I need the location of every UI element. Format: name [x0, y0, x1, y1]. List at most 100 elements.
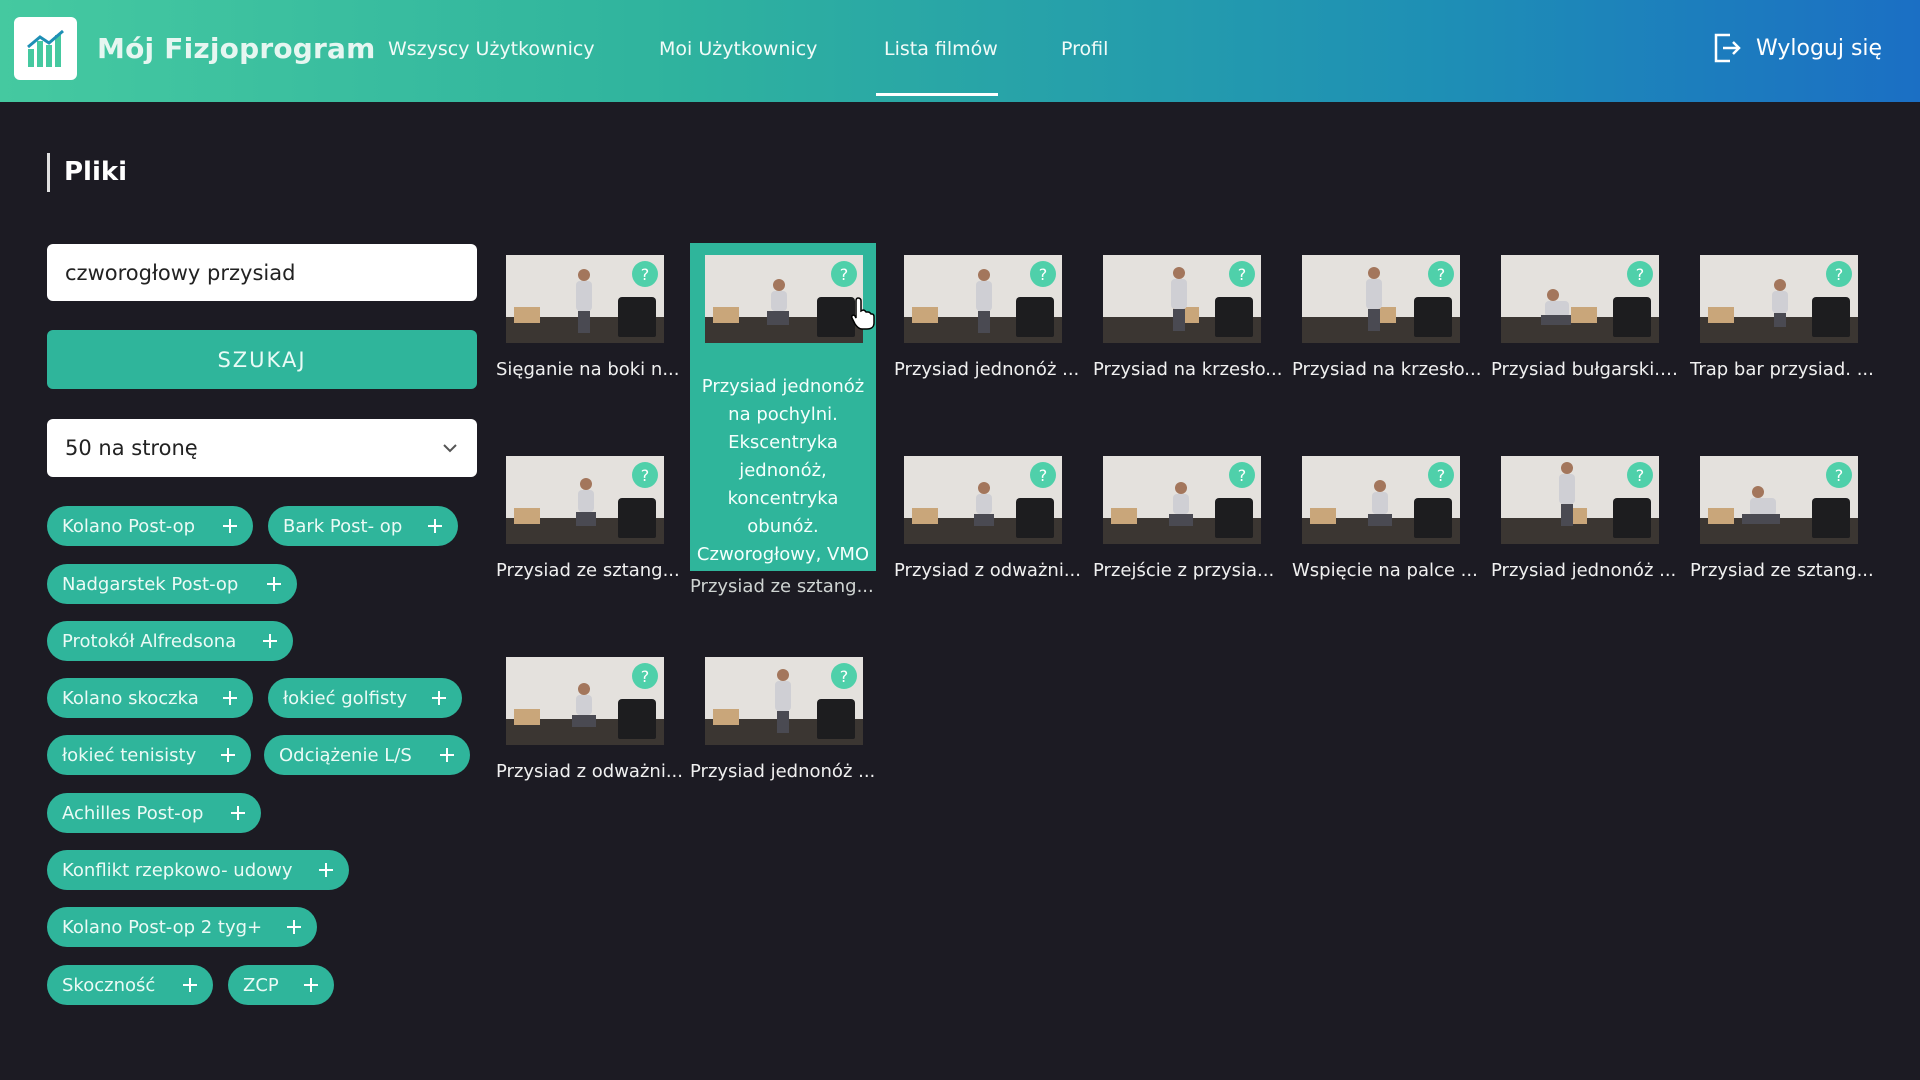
help-icon[interactable]: ?: [831, 663, 857, 689]
plus-icon[interactable]: [219, 687, 241, 709]
video-title: Przysiad jednonóż ...: [894, 359, 1080, 380]
app-title[interactable]: Mój Fizjoprogram: [97, 32, 376, 65]
video-title: Przysiad z odważni...: [496, 761, 683, 782]
tag-label: Kolano Post-op: [62, 515, 196, 537]
tag-label: Kolano skoczka: [62, 687, 199, 709]
video-thumbnail[interactable]: ?: [904, 255, 1062, 343]
video-title: Trap bar przysiad. ...: [1690, 359, 1874, 380]
logout-label: Wyloguj się: [1756, 35, 1883, 61]
tag-chip[interactable]: Achilles Post-op: [47, 793, 261, 833]
video-title: Przysiad ze sztang...: [496, 560, 680, 581]
plus-icon[interactable]: [315, 859, 337, 881]
tag-chip[interactable]: ZCP: [228, 965, 334, 1005]
video-thumbnail[interactable]: ?: [506, 456, 664, 544]
help-icon[interactable]: ?: [1826, 261, 1852, 287]
plus-icon[interactable]: [259, 630, 281, 652]
plus-icon[interactable]: [217, 744, 239, 766]
tag-label: łokieć golfisty: [283, 687, 408, 709]
search-button[interactable]: SZUKAJ: [47, 330, 477, 389]
tag-chip[interactable]: Nadgarstek Post-op: [47, 564, 297, 604]
tag-label: Nadgarstek Post-op: [62, 573, 239, 595]
plus-icon[interactable]: [283, 916, 305, 938]
page-title: Pliki: [64, 157, 128, 187]
help-icon[interactable]: ?: [1229, 261, 1255, 287]
per-page-select[interactable]: 50 na stronę: [47, 419, 477, 477]
video-thumbnail[interactable]: ?: [506, 657, 664, 745]
help-icon[interactable]: ?: [1627, 261, 1653, 287]
plus-icon[interactable]: [300, 974, 322, 996]
tag-chip[interactable]: Bark Post- op: [268, 506, 458, 546]
video-title: Przysiad jednonóż ...: [1491, 560, 1677, 581]
tag-chip[interactable]: Konflikt rzepkowo- udowy: [47, 850, 349, 890]
tag-label: Odciążenie L/S: [279, 744, 412, 766]
hand-cursor-icon: [851, 297, 875, 330]
video-thumbnail[interactable]: ?: [705, 657, 863, 745]
tag-chip[interactable]: Kolano Post-op 2 tyg+: [47, 907, 317, 947]
plus-icon[interactable]: [424, 515, 446, 537]
tag-label: Bark Post- op: [283, 515, 403, 537]
video-thumbnail[interactable]: ?: [1501, 456, 1659, 544]
help-icon[interactable]: ?: [1826, 462, 1852, 488]
logout-button[interactable]: Wyloguj się: [1712, 32, 1882, 64]
plus-icon[interactable]: [227, 802, 249, 824]
video-thumbnail[interactable]: ?: [1103, 456, 1261, 544]
logo-icon: [26, 29, 64, 67]
video-thumbnail[interactable]: ?: [1103, 255, 1261, 343]
tag-chip[interactable]: Odciążenie L/S: [264, 735, 470, 775]
plus-icon[interactable]: [428, 687, 450, 709]
video-title: Przysiad ze sztang...: [690, 576, 874, 597]
plus-icon[interactable]: [436, 744, 458, 766]
help-icon[interactable]: ?: [1030, 462, 1056, 488]
video-title: Przysiad na krzesło...: [1093, 359, 1283, 380]
tag-chip[interactable]: łokieć golfisty: [268, 678, 462, 718]
help-icon[interactable]: ?: [831, 261, 857, 287]
help-icon[interactable]: ?: [1229, 462, 1255, 488]
help-icon[interactable]: ?: [1030, 261, 1056, 287]
tag-chip[interactable]: łokieć tenisisty: [47, 735, 251, 775]
tag-label: Kolano Post-op 2 tyg+: [62, 916, 263, 938]
search-input[interactable]: [47, 244, 477, 301]
video-thumbnail[interactable]: ?: [904, 456, 1062, 544]
video-thumbnail[interactable]: ?: [705, 255, 863, 343]
help-icon[interactable]: ?: [1428, 462, 1454, 488]
tag-label: Achilles Post-op: [62, 802, 204, 824]
tag-chip[interactable]: Kolano Post-op: [47, 506, 253, 546]
video-thumbnail[interactable]: ?: [506, 255, 664, 343]
video-title: Przysiad jednonóż ...: [690, 761, 876, 782]
active-tab-indicator: [876, 93, 998, 96]
nav-all-users[interactable]: Wszyscy Użytkownicy: [388, 38, 595, 60]
help-icon[interactable]: ?: [632, 261, 658, 287]
video-title: Przysiad na krzesło...: [1292, 359, 1482, 380]
tag-label: ZCP: [243, 974, 279, 996]
plus-icon[interactable]: [219, 515, 241, 537]
nav-video-list[interactable]: Lista filmów: [884, 38, 998, 60]
video-thumbnail[interactable]: ?: [1501, 255, 1659, 343]
help-icon[interactable]: ?: [1627, 462, 1653, 488]
video-title: Wspięcie na palce ...: [1292, 560, 1478, 581]
section-title-bar: [47, 153, 50, 192]
plus-icon[interactable]: [263, 573, 285, 595]
video-card-active[interactable]: ? Przysiad jednonóż na pochylni. Ekscent…: [690, 243, 876, 571]
video-title-expanded: Przysiad jednonóż na pochylni. Ekscentry…: [696, 376, 870, 565]
tag-label: Skoczność: [62, 974, 156, 996]
tag-label: Protokół Alfredsona: [62, 630, 237, 652]
video-thumbnail[interactable]: ?: [1700, 255, 1858, 343]
tag-chip[interactable]: Protokół Alfredsona: [47, 621, 293, 661]
video-thumbnail[interactable]: ?: [1700, 456, 1858, 544]
app-logo[interactable]: [14, 17, 77, 80]
tag-chip[interactable]: Kolano skoczka: [47, 678, 253, 718]
video-title: Przysiad ze sztang...: [1690, 560, 1874, 581]
help-icon[interactable]: ?: [632, 663, 658, 689]
help-icon[interactable]: ?: [1428, 261, 1454, 287]
help-icon[interactable]: ?: [632, 462, 658, 488]
nav-my-users[interactable]: Moi Użytkownicy: [659, 38, 817, 60]
video-title: Przysiad z odważni...: [894, 560, 1081, 581]
top-navigation-bar: Mój Fizjoprogram Wszyscy Użytkownicy Moi…: [0, 0, 1920, 102]
video-title: Sięganie na boki n...: [496, 359, 680, 380]
plus-icon[interactable]: [179, 974, 201, 996]
video-thumbnail[interactable]: ?: [1302, 456, 1460, 544]
nav-profile[interactable]: Profil: [1061, 38, 1108, 60]
tag-chip[interactable]: Skoczność: [47, 965, 213, 1005]
video-thumbnail[interactable]: ?: [1302, 255, 1460, 343]
tag-label: łokieć tenisisty: [62, 744, 197, 766]
